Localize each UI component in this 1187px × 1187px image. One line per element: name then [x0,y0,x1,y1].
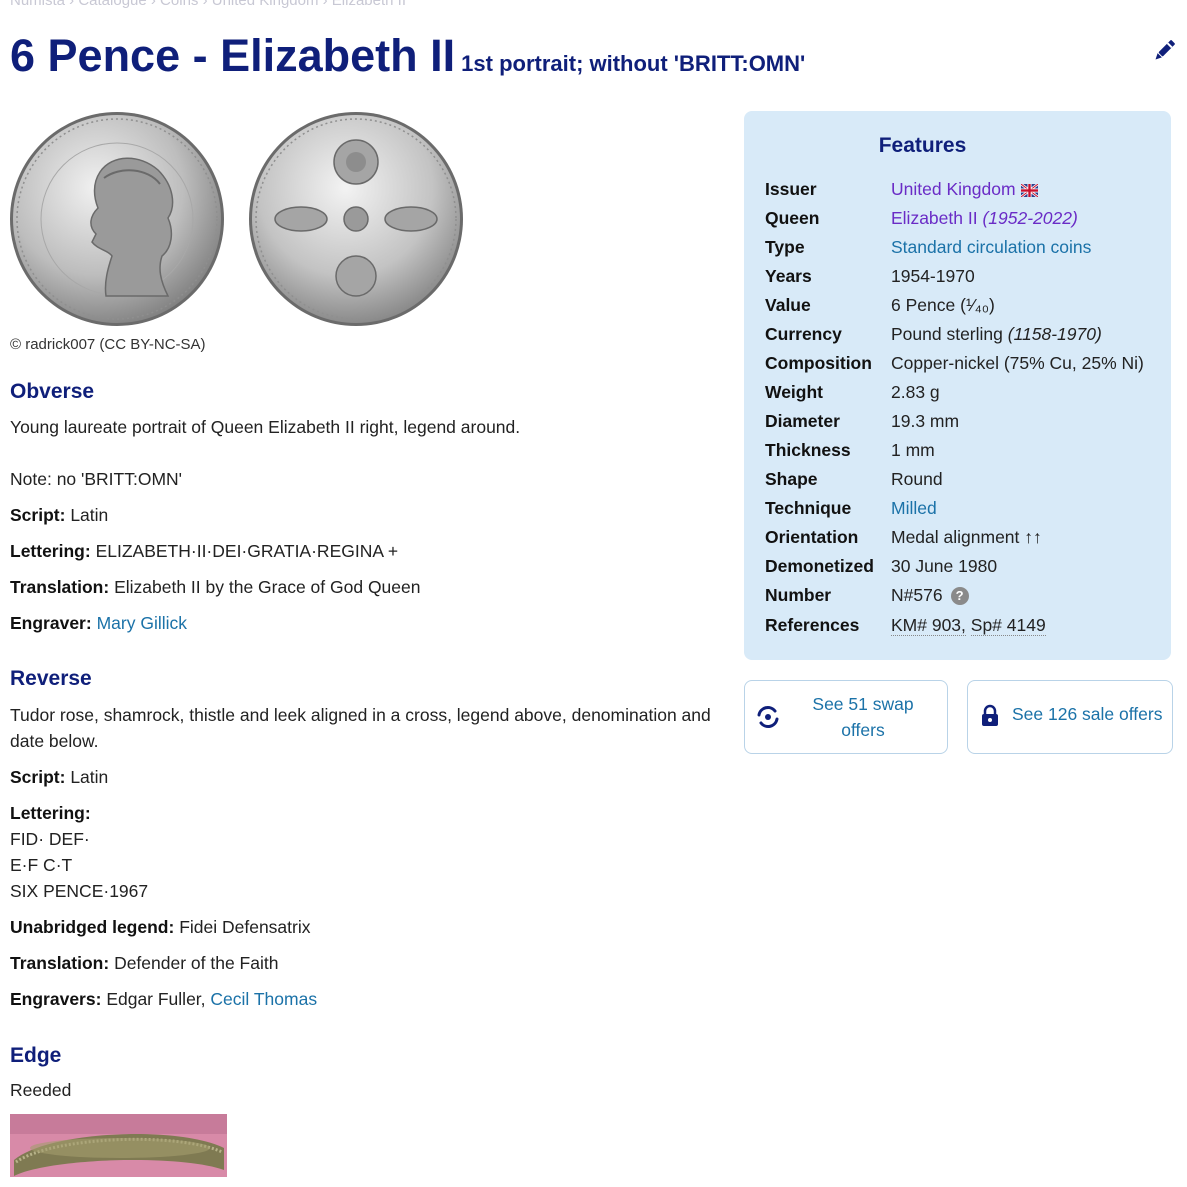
obverse-lettering: Lettering: ELIZABETH·II·DEI·GRATIA·REGIN… [10,541,399,561]
reverse-engravers: Engravers: Edgar Fuller, Cecil Thomas [10,989,318,1009]
reverse-coin-image[interactable] [247,110,465,328]
engraver-link-cecil-thomas[interactable]: Cecil Thomas [210,989,317,1009]
type-link[interactable]: Standard circulation coins [891,237,1091,257]
reference-sp[interactable]: Sp# 4149 [970,615,1046,636]
breadcrumb[interactable]: Numista › Catalogue › Coins › United Kin… [10,0,406,9]
reverse-description: Tudor rose, shamrock, thistle and leek a… [10,705,711,751]
title-sub: 1st portrait; without 'BRITT:OMN' [461,51,806,76]
features-title: Features [878,134,967,157]
obverse-heading: Obverse [10,380,95,403]
edit-pencil-icon[interactable] [1152,38,1176,64]
reverse-unabridged-legend: Unabridged legend: Fidei Defensatrix [10,917,311,937]
obverse-description: Young laureate portrait of Queen Elizabe… [10,417,521,437]
sale-offers-button[interactable]: See 126 sale offers [967,680,1173,754]
edge-heading: Edge [10,1044,62,1067]
lettering-line: SIX PENCE·1967 [10,881,149,901]
edge-coin-image[interactable] [10,1114,227,1177]
edge-description: Reeded [10,1080,72,1100]
obverse-script: Script: Latin [10,505,109,525]
swap-offers-label: See 51 swap offers [812,694,914,740]
queen-link[interactable]: Elizabeth II [891,208,978,228]
obverse-coin-image[interactable] [8,110,226,328]
title-main: 6 Pence - Elizabeth II [10,30,456,81]
sale-offers-label: See 126 sale offers [1012,704,1163,724]
obverse-note: Note: no 'BRITT:OMN' [10,469,183,489]
lock-icon [982,704,998,726]
swap-icon [757,706,779,728]
reverse-script: Script: Latin [10,767,109,787]
help-icon[interactable]: ? [950,587,969,605]
reference-km[interactable]: KM# 903, [891,615,966,636]
page-title: 6 Pence - Elizabeth II 1st portrait; with… [10,30,805,82]
lettering-line: FID· DEF· [10,829,90,849]
swap-offers-button[interactable]: See 51 swap offers [744,680,948,754]
reverse-lettering: Lettering: FID· DEF· E·F C·T SIX PENCE·1… [10,803,149,901]
lettering-line: E·F C·T [10,855,73,875]
uk-flag-icon [1020,184,1038,197]
reverse-translation: Translation: Defender of the Faith [10,953,279,973]
obverse-engraver: Engraver: Mary Gillick [10,613,187,633]
engraver-link-mary-gillick[interactable]: Mary Gillick [97,613,187,633]
issuer-link[interactable]: United Kingdom [891,179,1016,199]
obverse-translation: Translation: Elizabeth II by the Grace o… [10,577,421,597]
technique-link[interactable]: Milled [891,498,937,518]
image-credit: © radrick007 (CC BY-NC-SA) [10,336,206,353]
reverse-heading: Reverse [10,667,92,690]
